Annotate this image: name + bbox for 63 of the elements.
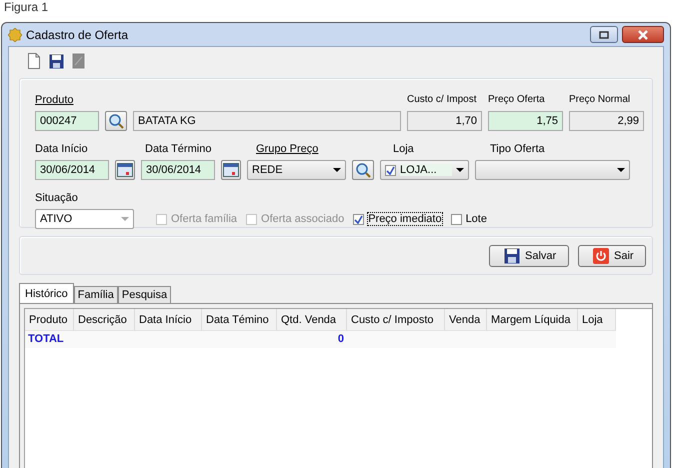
price-field[interactable]: 2,99	[569, 111, 644, 131]
price-field[interactable]: 1,70	[407, 111, 482, 131]
field-label: Produto	[35, 94, 75, 106]
search-button[interactable]	[105, 111, 127, 131]
save-icon[interactable]	[49, 54, 64, 68]
column-header[interactable]: Qtd. Venda	[277, 309, 347, 331]
restore-button[interactable]	[590, 26, 618, 43]
caret-icon	[121, 217, 129, 221]
price-field[interactable]: 1,75	[488, 111, 563, 131]
column-header[interactable]: Produto	[25, 309, 74, 331]
calendar-icon	[223, 163, 239, 177]
search-icon	[355, 162, 371, 178]
column-header[interactable]: Descrição	[74, 309, 135, 331]
price-group-dropdown[interactable]: REDE	[247, 160, 346, 180]
caret-icon	[333, 168, 341, 172]
check-icon	[354, 214, 364, 224]
field-label: Data Início	[35, 142, 89, 154]
field-label: Situação	[35, 192, 78, 204]
column-header[interactable]: Data Início	[135, 309, 202, 331]
search-button[interactable]	[352, 160, 374, 180]
field-label: Custo c/ Impost	[407, 94, 478, 105]
document-icon[interactable]	[72, 53, 85, 69]
field-label: Tipo Oferta	[490, 142, 545, 154]
tab[interactable]: Pesquisa	[118, 286, 172, 303]
check-icon	[386, 166, 395, 174]
power-icon	[593, 248, 609, 264]
search-icon	[108, 113, 124, 129]
column-header[interactable]: Loja	[578, 309, 616, 331]
save-icon	[504, 248, 520, 264]
option-checkbox[interactable]: Lote	[450, 213, 487, 225]
column-header[interactable]: Custo c/ Imposto	[347, 309, 445, 331]
option-checkbox[interactable]: Preço imediato	[353, 213, 442, 225]
close-icon	[637, 30, 649, 40]
caret-icon	[456, 168, 464, 172]
column-header[interactable]: Data Témino	[202, 309, 277, 331]
tab[interactable]: Histórico	[19, 283, 74, 303]
calendar-icon	[117, 163, 133, 177]
total-label: TOTAL	[25, 331, 277, 348]
column-header[interactable]: Venda	[445, 309, 487, 331]
new-document-icon[interactable]	[27, 53, 41, 69]
calendar-button[interactable]	[221, 160, 241, 180]
table-cell: 0	[277, 331, 347, 348]
product-code-field[interactable]: 000247	[35, 111, 99, 131]
field-label: Loja	[393, 142, 415, 154]
calendar-button[interactable]	[115, 160, 135, 180]
store-dropdown[interactable]: LOJA...	[380, 160, 469, 180]
action-button[interactable]: Sair	[578, 244, 646, 266]
column-header[interactable]: Margem Líquida	[487, 309, 578, 331]
window-title: Cadastro de Oferta	[26, 28, 128, 42]
tab[interactable]: Família	[74, 286, 118, 303]
figure-caption: Figura 1	[3, 0, 50, 16]
close-button[interactable]	[622, 26, 664, 43]
field-label: Data Término	[145, 142, 212, 154]
field-label: Grupo Preço	[256, 142, 320, 154]
product-description-field[interactable]: BATATA KG	[133, 111, 401, 131]
caret-icon	[617, 168, 625, 172]
date-field[interactable]: 30/06/2014	[35, 160, 109, 180]
field-label: Preço Normal	[569, 94, 632, 105]
action-button[interactable]: Salvar	[489, 244, 569, 266]
field-label: Preço Oferta	[488, 94, 546, 105]
restore-icon	[599, 30, 609, 38]
seal-icon	[8, 28, 22, 42]
date-field[interactable]: 30/06/2014	[141, 160, 215, 180]
